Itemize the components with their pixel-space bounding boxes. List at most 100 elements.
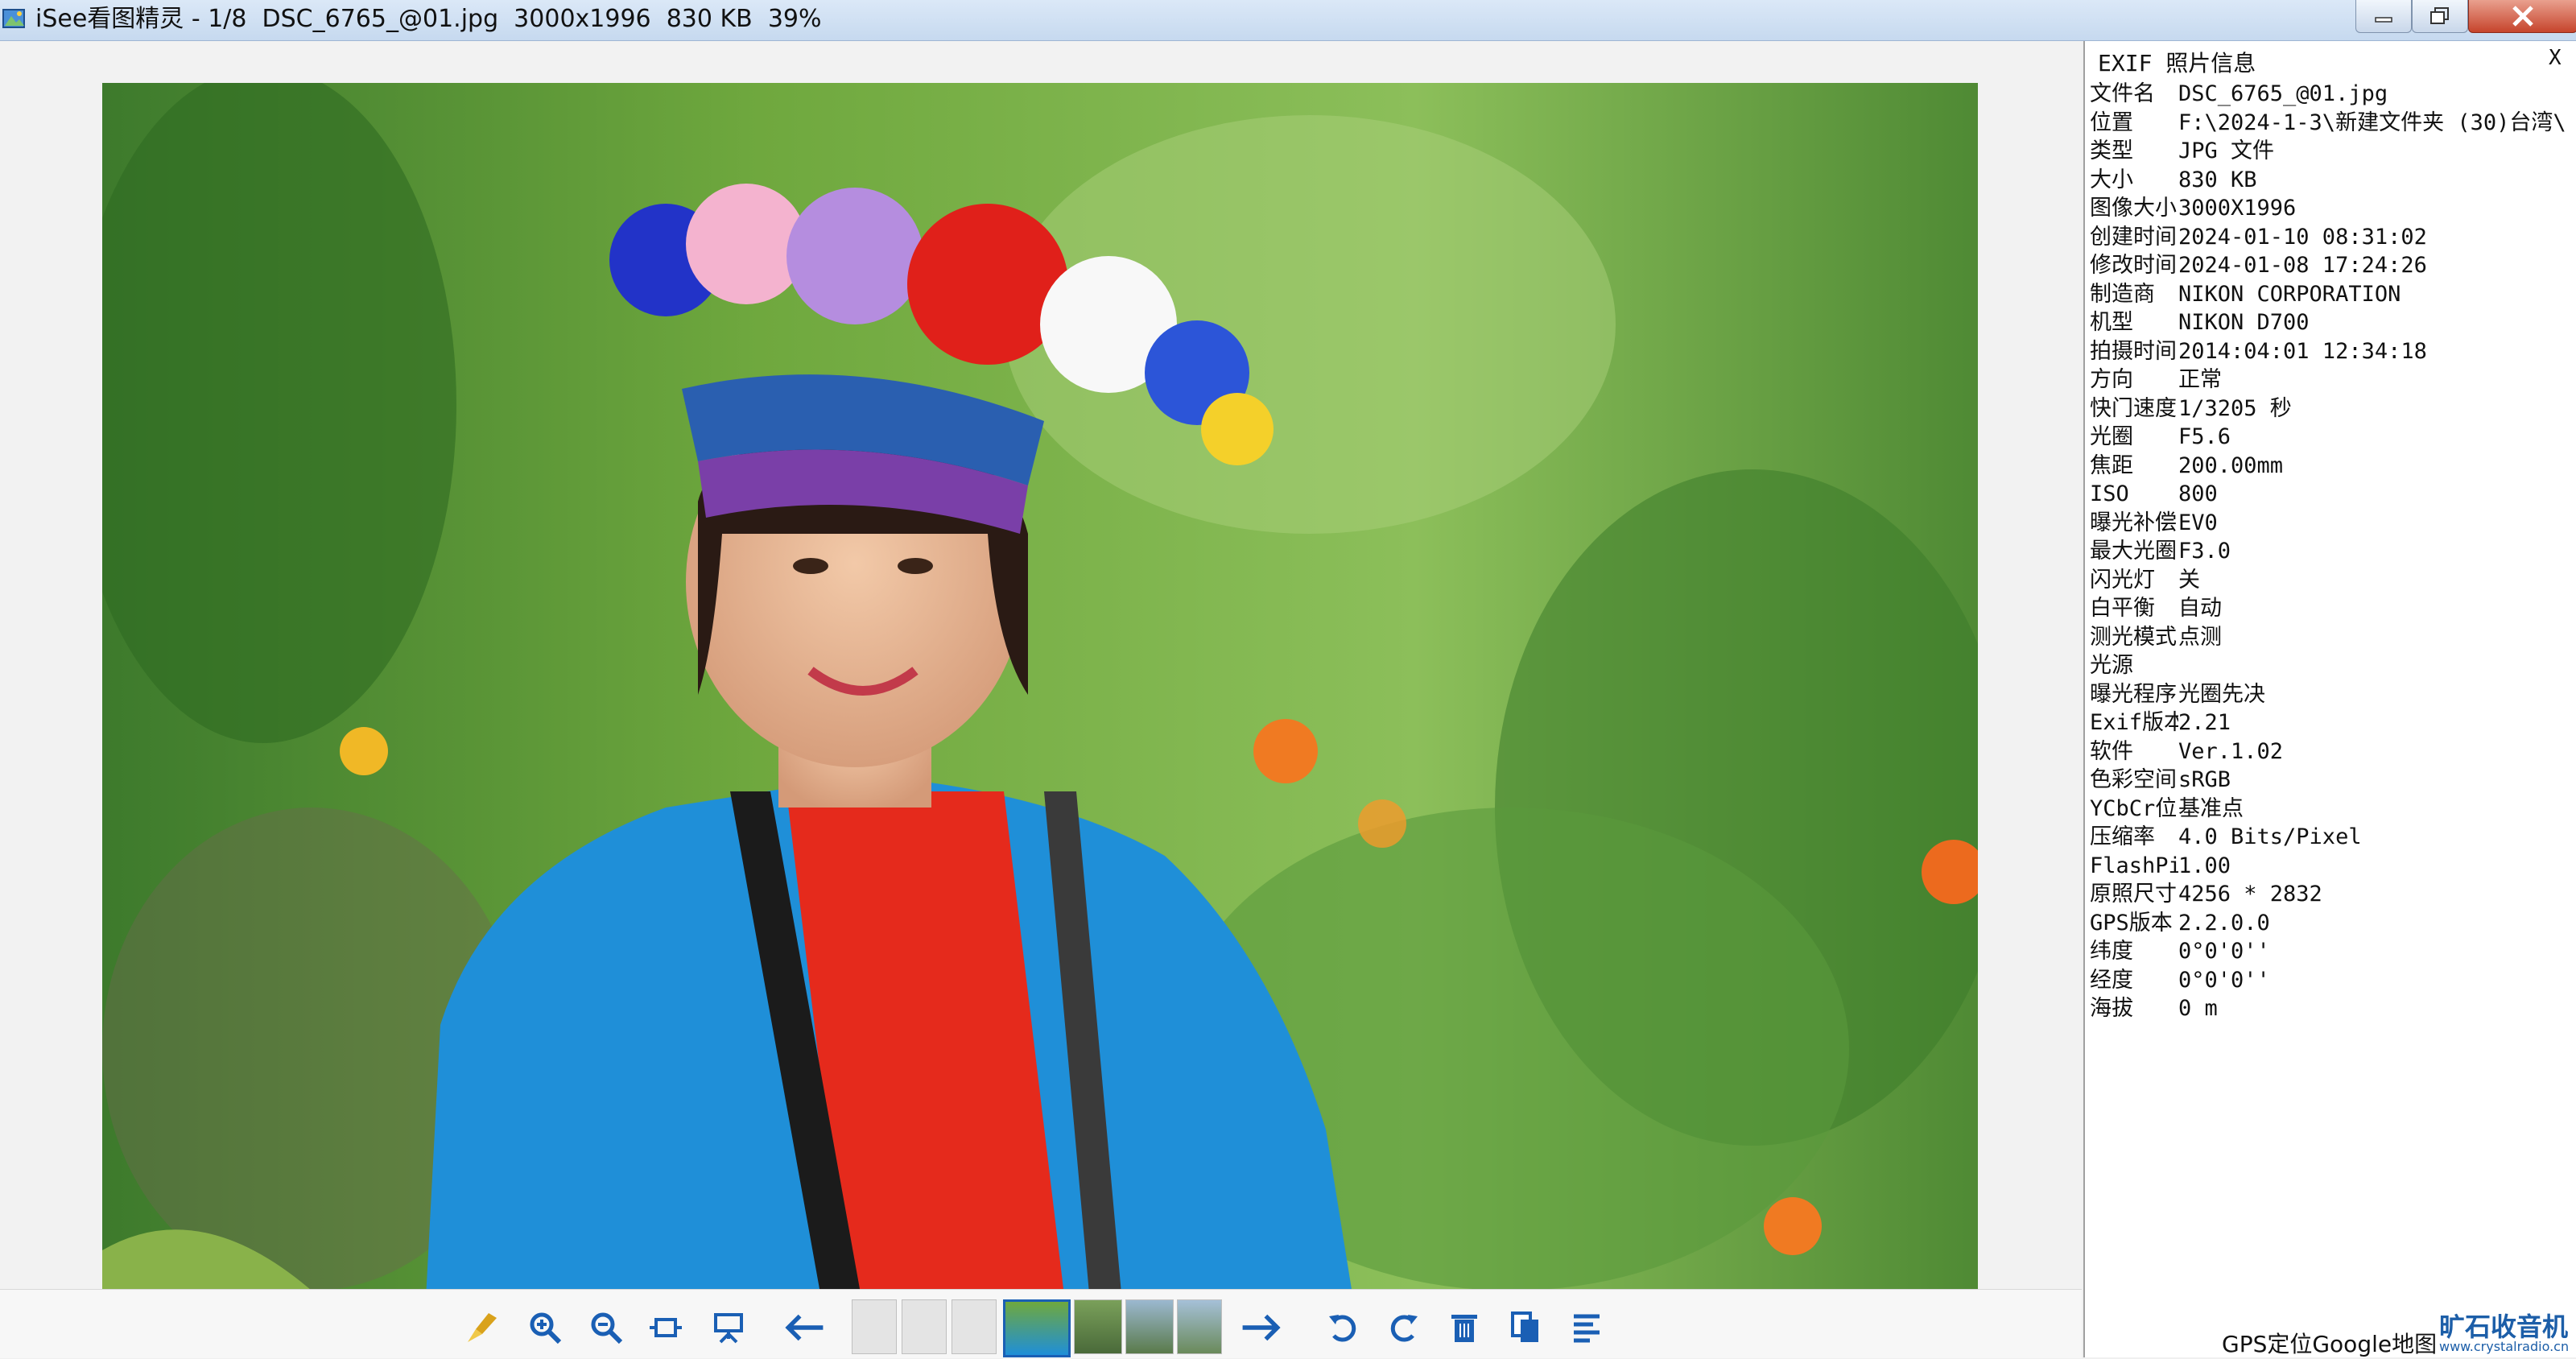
- exif-key: 大小: [2090, 167, 2133, 192]
- exif-row: 创建时间 2024-01-10 08:31:02: [2090, 223, 2576, 252]
- exif-key: 文件名: [2090, 81, 2155, 106]
- exif-value: JPG 文件: [2178, 138, 2275, 163]
- exif-row: 大小 830 KB: [2090, 166, 2576, 195]
- previous-button[interactable]: [782, 1306, 826, 1349]
- exif-row: Exif版本 2.21: [2090, 708, 2576, 737]
- exif-row: 快门速度 1/3205 秒: [2090, 394, 2576, 423]
- zoom-in-button[interactable]: [523, 1306, 567, 1349]
- thumbnail-current[interactable]: [1003, 1299, 1071, 1357]
- gps-google-map-link[interactable]: GPS定位Google地图: [2222, 1327, 2437, 1359]
- exif-header: EXIF 照片信息 X: [2085, 41, 2576, 78]
- photo[interactable]: [102, 83, 1978, 1329]
- exif-row: 纬度 0°0'0'': [2090, 937, 2576, 966]
- exif-value: 0 m: [2178, 996, 2218, 1021]
- exif-row: 焦距 200.00mm: [2090, 452, 2576, 481]
- zoom-out-button[interactable]: [584, 1306, 628, 1349]
- exif-key: 机型: [2090, 310, 2133, 335]
- exif-key: 拍摄时间: [2090, 338, 2177, 364]
- exif-key: 快门速度: [2090, 395, 2177, 421]
- exif-key: 光源: [2090, 653, 2133, 678]
- zoom-out-icon: [591, 1312, 623, 1345]
- exif-value: 2.2.0.0: [2178, 910, 2270, 936]
- close-icon: [2512, 6, 2533, 27]
- fit-window-button[interactable]: [644, 1306, 687, 1349]
- exif-key: FlashPix: [2090, 853, 2178, 878]
- exif-key: 位置: [2090, 109, 2133, 135]
- next-button[interactable]: [1240, 1306, 1283, 1349]
- exif-value: 2.21: [2178, 710, 2231, 735]
- exif-value: 2014:04:01 12:34:18: [2178, 338, 2427, 364]
- exif-row: FlashPix1.00: [2090, 852, 2576, 881]
- window-title: iSee看图精灵 - 1/8 DSC_6765_@01.jpg 3000x199…: [35, 5, 822, 33]
- exif-row: GPS版本 2.2.0.0: [2090, 909, 2576, 938]
- exif-value: 800: [2178, 481, 2218, 506]
- exif-value: 正常: [2178, 367, 2222, 392]
- slideshow-icon: [714, 1313, 743, 1344]
- exif-key: 曝光程序: [2090, 681, 2177, 707]
- rotate-right-button[interactable]: [1381, 1306, 1425, 1349]
- minimize-button[interactable]: [2355, 0, 2412, 33]
- exif-value: F5.6: [2178, 424, 2231, 449]
- delete-icon: [1451, 1315, 1477, 1342]
- exif-key: 方向: [2090, 367, 2133, 392]
- exif-value: 4.0 Bits/Pixel: [2178, 824, 2362, 849]
- thumbnail-5[interactable]: [1074, 1299, 1122, 1354]
- exif-key: 海拔: [2090, 996, 2133, 1021]
- exif-row: 闪光灯关: [2090, 566, 2576, 595]
- exif-row: 色彩空间 sRGB: [2090, 766, 2576, 795]
- rotate-left-icon: [1329, 1315, 1356, 1342]
- next-arrow-icon: [1242, 1314, 1281, 1341]
- delete-button[interactable]: [1443, 1306, 1486, 1349]
- exif-key: 测光模式: [2090, 624, 2177, 650]
- exif-key: ISO: [2090, 481, 2129, 506]
- thumbnail-1[interactable]: [852, 1299, 897, 1354]
- exif-row: ISO 800: [2090, 480, 2576, 509]
- exif-value: 3000X1996: [2178, 196, 2297, 221]
- clean-button[interactable]: [460, 1306, 504, 1349]
- exif-key: 类型: [2090, 138, 2133, 163]
- app-icon: [2, 9, 25, 28]
- thumbnail-2[interactable]: [902, 1299, 947, 1354]
- maximize-icon: [2430, 7, 2449, 24]
- watermark-url: www.crystalradio.cn: [2439, 1339, 2570, 1354]
- thumbnail-7[interactable]: [1177, 1299, 1222, 1354]
- exif-value: 自动: [2178, 596, 2222, 621]
- exif-row: 最大光圈 F3.0: [2090, 537, 2576, 566]
- exif-value: EV0: [2178, 510, 2218, 535]
- close-button[interactable]: [2468, 0, 2576, 33]
- exif-key: 制造商: [2090, 281, 2155, 307]
- exif-row: 拍摄时间 2014:04:01 12:34:18: [2090, 337, 2576, 366]
- rotate-left-button[interactable]: [1322, 1306, 1365, 1349]
- exif-row: 测光模式 点测: [2090, 623, 2576, 652]
- prev-arrow-icon: [785, 1314, 824, 1341]
- exif-row: 海拔 0 m: [2090, 994, 2576, 1023]
- exif-row: 压缩率 4.0 Bits/Pixel: [2090, 823, 2576, 852]
- minimize-icon: [2375, 17, 2392, 23]
- copy-button[interactable]: [1504, 1306, 1547, 1349]
- bottom-toolbar: [0, 1289, 2082, 1358]
- thumbnail-3[interactable]: [952, 1299, 997, 1354]
- exif-value: 0°0'0'': [2178, 939, 2270, 964]
- exif-value: 光圈先决: [2178, 681, 2265, 707]
- maximize-button[interactable]: [2412, 0, 2468, 33]
- exif-close-button[interactable]: X: [2549, 46, 2562, 70]
- thumbnail-6[interactable]: [1125, 1299, 1174, 1354]
- exif-row: 修改时间 2024-01-08 17:24:26: [2090, 251, 2576, 280]
- slideshow-button[interactable]: [707, 1306, 750, 1349]
- exif-row: 机型 NIKON D700: [2090, 308, 2576, 337]
- exif-row: 白平衡 自动: [2090, 594, 2576, 623]
- clean-icon: [468, 1313, 497, 1342]
- exif-key: 焦距: [2090, 452, 2133, 478]
- exif-value: DSC_6765_@01.jpg: [2178, 81, 2388, 106]
- exif-panel: EXIF 照片信息 X 文件名 DSC_6765_@01.jpg 位置 F:\2024…: [2083, 41, 2576, 1357]
- info-button[interactable]: [1565, 1306, 1608, 1349]
- exif-row: 曝光补偿 EV0: [2090, 509, 2576, 538]
- exif-row: 原照尺寸 4256 * 2832: [2090, 880, 2576, 909]
- exif-row: 光源: [2090, 651, 2576, 680]
- exif-list: 文件名 DSC_6765_@01.jpg 位置 F:\2024-1-3\新建文件夹 (…: [2090, 80, 2576, 1046]
- exif-value: 基准点: [2178, 795, 2244, 821]
- rotate-right-icon: [1390, 1315, 1418, 1342]
- exif-row: 曝光程序 光圈先决: [2090, 680, 2576, 709]
- exif-value: 4256 * 2832: [2178, 882, 2322, 907]
- image-viewer[interactable]: [0, 41, 2082, 1329]
